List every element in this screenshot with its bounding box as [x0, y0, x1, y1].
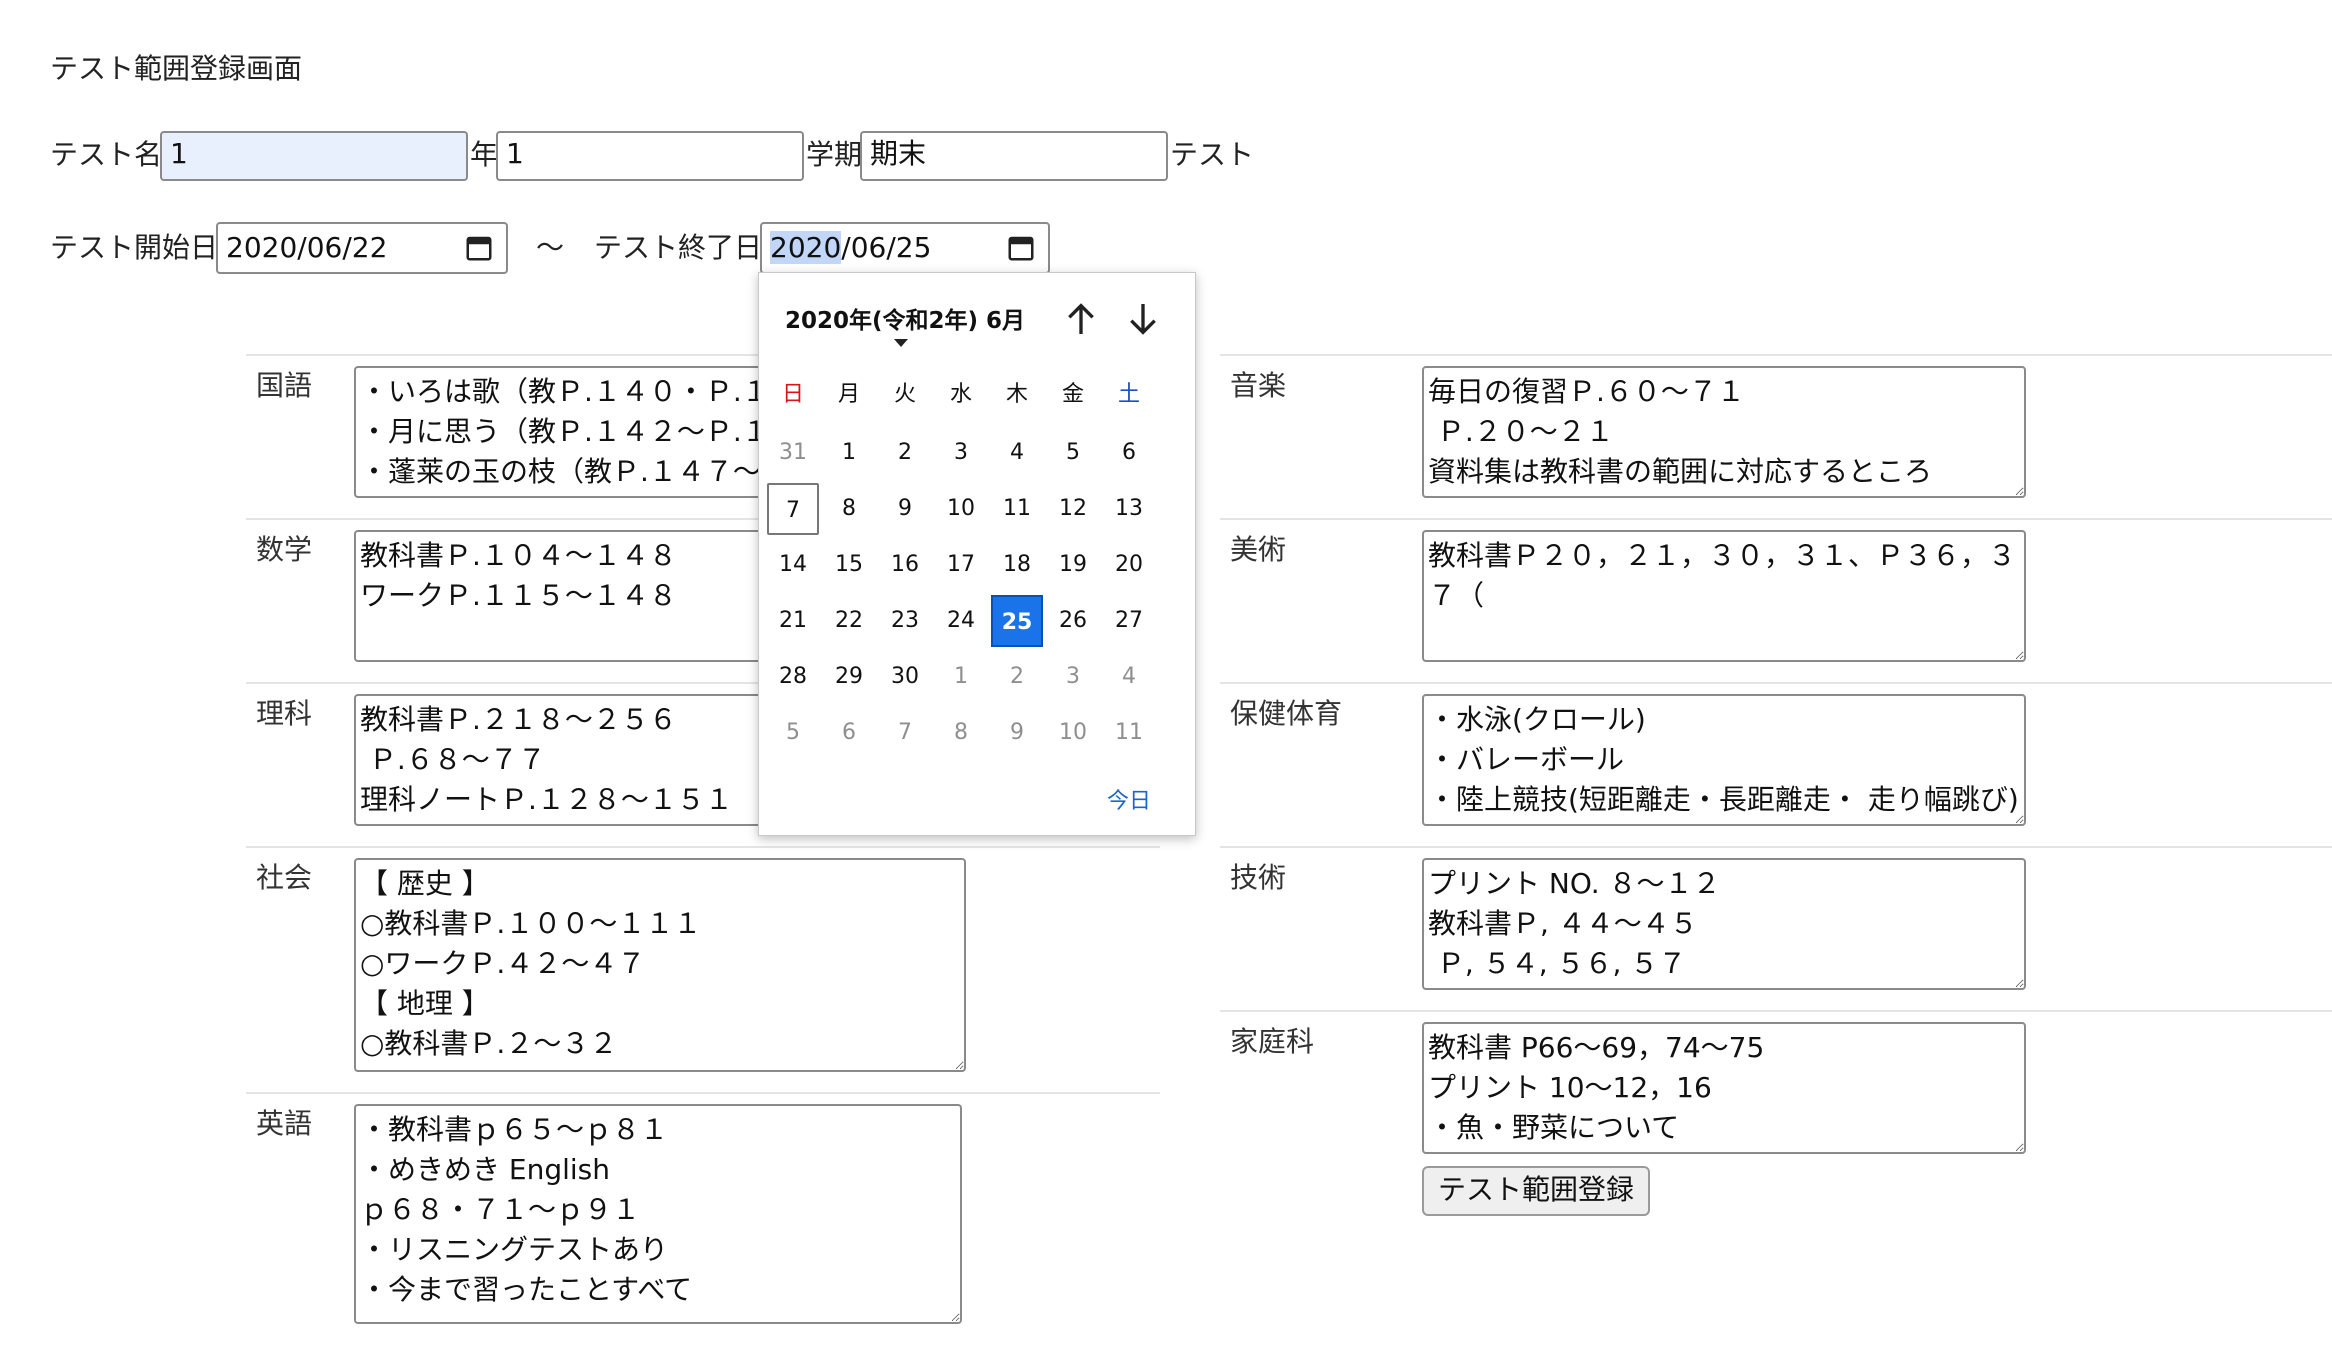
calendar-day[interactable]: 15 — [823, 539, 875, 591]
start-date-value: 2020/06/22 — [226, 231, 388, 264]
weekday-header: 土 — [1117, 382, 1140, 407]
calendar-day[interactable]: 8 — [935, 707, 987, 759]
calendar-day[interactable]: 16 — [879, 539, 931, 591]
calendar-day[interactable]: 7 — [767, 483, 819, 535]
calendar-day[interactable]: 27 — [1103, 595, 1155, 647]
register-range-button[interactable]: テスト範囲登録 — [1422, 1166, 1650, 1216]
divider — [1220, 354, 2332, 356]
range-textarea-eigo[interactable] — [354, 1104, 962, 1324]
tilde-separator: 〜 — [536, 231, 565, 264]
calendar-day[interactable]: 1 — [935, 651, 987, 703]
calendar-day[interactable]: 5 — [1047, 427, 1099, 479]
calendar-day[interactable]: 14 — [767, 539, 819, 591]
range-textarea-bijutsu[interactable] — [1422, 530, 2026, 662]
calendar-day[interactable]: 24 — [935, 595, 987, 647]
weekday-header: 月 — [837, 382, 860, 407]
calendar-day[interactable]: 5 — [767, 707, 819, 759]
test-suffix-label: テスト — [1170, 138, 1255, 171]
calendar-day[interactable]: 11 — [991, 483, 1043, 535]
grade-input[interactable]: 1 — [160, 131, 468, 181]
range-textarea-hoken[interactable] — [1422, 694, 2026, 826]
term-label: 学期 — [806, 138, 863, 171]
calendar-day[interactable]: 17 — [935, 539, 987, 591]
calendar-day[interactable]: 13 — [1103, 483, 1155, 535]
subject-label-sugaku: 数学 — [256, 533, 313, 566]
calendar-day[interactable]: 3 — [1047, 651, 1099, 703]
arrow-up-icon[interactable] — [1061, 299, 1101, 339]
calendar-day[interactable]: 22 — [823, 595, 875, 647]
calendar-day[interactable]: 10 — [1047, 707, 1099, 759]
test-name-label: テスト名 — [50, 138, 163, 171]
divider — [1220, 682, 2332, 684]
calendar-day[interactable]: 19 — [1047, 539, 1099, 591]
calendar-day[interactable]: 21 — [767, 595, 819, 647]
today-button[interactable]: 今日 — [1107, 783, 1151, 815]
calendar-day[interactable]: 18 — [991, 539, 1043, 591]
calendar-month-title[interactable]: 2020年(令和2年) 6月 — [785, 301, 1025, 335]
month-dropdown-caret-icon[interactable] — [894, 339, 908, 347]
weekday-header: 水 — [949, 382, 972, 407]
weekday-header: 木 — [1005, 382, 1028, 407]
range-textarea-gijutsu[interactable] — [1422, 858, 2026, 990]
calendar-day[interactable]: 2 — [879, 427, 931, 479]
subject-label-kokugo: 国語 — [256, 369, 313, 402]
calendar-day[interactable]: 3 — [935, 427, 987, 479]
page-title: テスト範囲登録画面 — [50, 52, 303, 85]
end-date-rest: /06/25 — [841, 231, 932, 264]
calendar-icon[interactable] — [1006, 233, 1036, 263]
calendar-day[interactable]: 31 — [767, 427, 819, 479]
end-date-input[interactable]: 2020/06/25 — [760, 222, 1050, 274]
calendar-day[interactable]: 11 — [1103, 707, 1155, 759]
calendar-day[interactable]: 29 — [823, 651, 875, 703]
end-date-label: テスト終了日 — [594, 231, 763, 264]
calendar-day[interactable]: 6 — [1103, 427, 1155, 479]
calendar-day[interactable]: 30 — [879, 651, 931, 703]
start-date-input[interactable]: 2020/06/22 — [216, 222, 508, 274]
calendar-day[interactable]: 4 — [1103, 651, 1155, 703]
range-textarea-ongaku[interactable] — [1422, 366, 2026, 498]
divider — [246, 1092, 1160, 1094]
calendar-day[interactable]: 9 — [991, 707, 1043, 759]
divider — [246, 846, 1160, 848]
subject-label-hoken: 保健体育 — [1230, 697, 1343, 730]
divider — [1220, 846, 2332, 848]
weekday-header: 金 — [1061, 382, 1084, 407]
term-input[interactable]: 1 — [496, 131, 804, 181]
end-date-year-selected: 2020 — [770, 231, 842, 264]
calendar-day[interactable]: 28 — [767, 651, 819, 703]
subject-label-gijutsu: 技術 — [1230, 861, 1287, 894]
year-label: 年 — [470, 138, 499, 171]
calendar-icon[interactable] — [464, 233, 494, 263]
calendar-day[interactable]: 20 — [1103, 539, 1155, 591]
weekday-header: 火 — [893, 382, 916, 407]
subject-label-rika: 理科 — [256, 697, 313, 730]
range-textarea-katei[interactable] — [1422, 1022, 2026, 1154]
calendar-day[interactable]: 23 — [879, 595, 931, 647]
weekday-header: 日 — [781, 382, 804, 407]
calendar-day[interactable]: 25 — [991, 595, 1043, 647]
start-date-label: テスト開始日 — [50, 231, 219, 264]
calendar-day[interactable]: 6 — [823, 707, 875, 759]
subject-label-shakai: 社会 — [256, 861, 313, 894]
calendar-day[interactable]: 8 — [823, 483, 875, 535]
subject-label-ongaku: 音楽 — [1230, 369, 1287, 402]
calendar-day[interactable]: 7 — [879, 707, 931, 759]
calendar-day[interactable]: 4 — [991, 427, 1043, 479]
calendar-day[interactable]: 1 — [823, 427, 875, 479]
calendar-day[interactable]: 9 — [879, 483, 931, 535]
arrow-down-icon[interactable] — [1123, 299, 1163, 339]
calendar-day[interactable]: 2 — [991, 651, 1043, 703]
range-textarea-shakai[interactable] — [354, 858, 966, 1072]
calendar-day[interactable]: 26 — [1047, 595, 1099, 647]
subject-label-katei: 家庭科 — [1230, 1025, 1315, 1058]
calendar-day[interactable]: 12 — [1047, 483, 1099, 535]
end-date-value: 2020/06/25 — [770, 231, 931, 265]
test-kind-input[interactable]: 期末 — [860, 131, 1168, 181]
subject-label-bijutsu: 美術 — [1230, 533, 1287, 566]
divider — [1220, 1010, 2332, 1012]
divider — [1220, 518, 2332, 520]
date-picker-popup: 2020年(令和2年) 6月 日月火水木金土 31 1 2 3 4 5 6 7 8 9 10 11 12 1… — [758, 272, 1196, 836]
calendar-day[interactable]: 10 — [935, 483, 987, 535]
subject-label-eigo: 英語 — [256, 1107, 313, 1140]
